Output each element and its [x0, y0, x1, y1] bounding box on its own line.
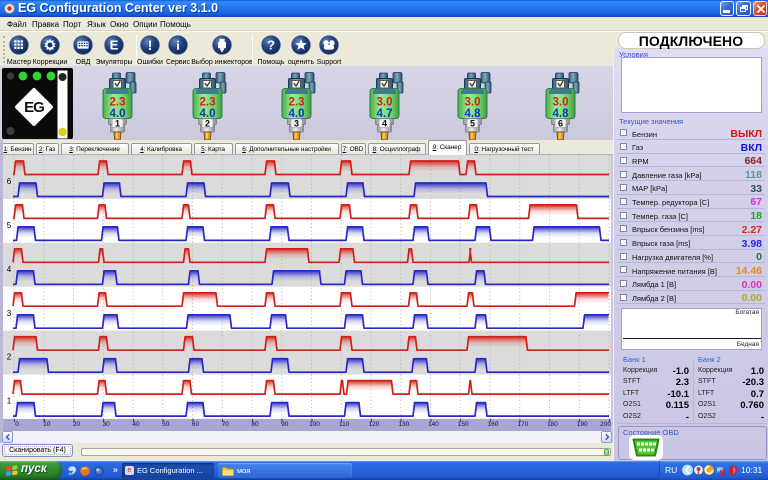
svg-text:2.3: 2.3: [110, 97, 126, 109]
svg-text:2: 2: [7, 353, 12, 362]
svg-text:3.0: 3.0: [377, 97, 393, 109]
svg-text:3: 3: [294, 118, 299, 128]
svg-text:6: 6: [558, 118, 563, 128]
svg-text:1: 1: [7, 397, 12, 406]
svg-text:1: 1: [115, 118, 120, 128]
svg-text:2: 2: [205, 118, 210, 128]
svg-text:4: 4: [382, 118, 387, 128]
svg-text:5: 5: [470, 118, 475, 128]
svg-text:3.0: 3.0: [465, 97, 481, 109]
svg-text:4: 4: [7, 265, 12, 274]
svg-text:»: »: [113, 465, 118, 475]
svg-text:3: 3: [7, 309, 12, 318]
svg-text:2.3: 2.3: [200, 97, 216, 109]
svg-text:2.3: 2.3: [289, 97, 305, 109]
svg-text:EG: EG: [24, 99, 44, 116]
svg-text:3.0: 3.0: [553, 97, 569, 109]
svg-text:6: 6: [7, 177, 12, 186]
svg-text:5: 5: [7, 221, 12, 230]
